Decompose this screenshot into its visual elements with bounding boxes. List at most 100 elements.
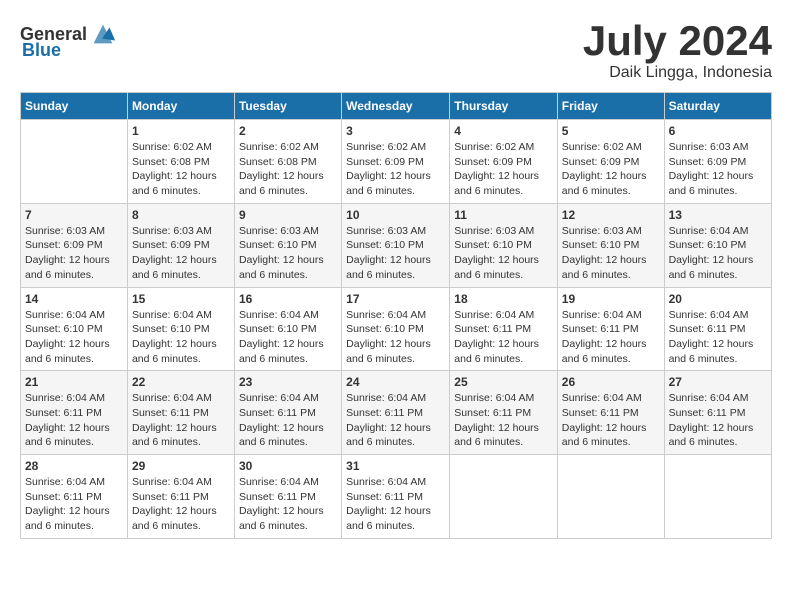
day-info: Sunrise: 6:04 AM Sunset: 6:11 PM Dayligh… [132, 391, 230, 450]
calendar-week-row: 14 Sunrise: 6:04 AM Sunset: 6:10 PM Dayli… [21, 287, 772, 371]
day-info: Sunrise: 6:04 AM Sunset: 6:11 PM Dayligh… [562, 391, 660, 450]
day-number: 13 [669, 208, 767, 222]
table-row [557, 455, 664, 539]
day-info: Sunrise: 6:03 AM Sunset: 6:10 PM Dayligh… [239, 224, 337, 283]
day-info: Sunrise: 6:04 AM Sunset: 6:10 PM Dayligh… [132, 308, 230, 367]
day-number: 4 [454, 124, 553, 138]
day-info: Sunrise: 6:03 AM Sunset: 6:09 PM Dayligh… [132, 224, 230, 283]
header-thursday: Thursday [450, 93, 558, 120]
day-info: Sunrise: 6:04 AM Sunset: 6:11 PM Dayligh… [132, 475, 230, 534]
day-info: Sunrise: 6:04 AM Sunset: 6:11 PM Dayligh… [239, 475, 337, 534]
table-row: 27Sunrise: 6:04 AM Sunset: 6:11 PM Dayli… [664, 371, 771, 455]
day-info: Sunrise: 6:04 AM Sunset: 6:10 PM Dayligh… [239, 308, 337, 367]
day-number: 23 [239, 375, 337, 389]
calendar-week-row: 1 Sunrise: 6:02 AM Sunset: 6:08 PM Daylig… [21, 120, 772, 204]
day-number: 19 [562, 292, 660, 306]
table-row: 1 Sunrise: 6:02 AM Sunset: 6:08 PM Daylig… [127, 120, 234, 204]
table-row: 21 Sunrise: 6:04 AM Sunset: 6:11 PM Dayli… [21, 371, 128, 455]
day-number: 1 [132, 124, 230, 138]
day-info: Sunrise: 6:04 AM Sunset: 6:11 PM Dayligh… [454, 308, 553, 367]
table-row: 26 Sunrise: 6:04 AM Sunset: 6:11 PM Dayli… [557, 371, 664, 455]
header-saturday: Saturday [664, 93, 771, 120]
day-number: 5 [562, 124, 660, 138]
header-tuesday: Tuesday [234, 93, 341, 120]
location-title: Daik Lingga, Indonesia [583, 64, 772, 82]
day-info: Sunrise: 6:04 AM Sunset: 6:11 PM Dayligh… [454, 391, 553, 450]
table-row: 13 Sunrise: 6:04 AM Sunset: 6:10 PM Dayli… [664, 203, 771, 287]
day-info: Sunrise: 6:04 AM Sunset: 6:11 PM Dayligh… [239, 391, 337, 450]
header-wednesday: Wednesday [342, 93, 450, 120]
day-number: 15 [132, 292, 230, 306]
table-row: 10 Sunrise: 6:03 AM Sunset: 6:10 PM Dayli… [342, 203, 450, 287]
day-number: 8 [132, 208, 230, 222]
day-info: Sunrise: 6:04 AM Sunset: 6:10 PM Dayligh… [25, 308, 123, 367]
calendar-week-row: 7Sunrise: 6:03 AM Sunset: 6:09 PM Daylig… [21, 203, 772, 287]
table-row: 23 Sunrise: 6:04 AM Sunset: 6:11 PM Dayli… [234, 371, 341, 455]
logo-icon [89, 20, 117, 48]
table-row: 22 Sunrise: 6:04 AM Sunset: 6:11 PM Dayli… [127, 371, 234, 455]
table-row: 29Sunrise: 6:04 AM Sunset: 6:11 PM Dayli… [127, 455, 234, 539]
table-row: 7Sunrise: 6:03 AM Sunset: 6:09 PM Daylig… [21, 203, 128, 287]
day-info: Sunrise: 6:04 AM Sunset: 6:10 PM Dayligh… [669, 224, 767, 283]
table-row: 24Sunrise: 6:04 AM Sunset: 6:11 PM Dayli… [342, 371, 450, 455]
day-info: Sunrise: 6:04 AM Sunset: 6:11 PM Dayligh… [346, 391, 445, 450]
calendar-header-row: Sunday Monday Tuesday Wednesday Thursday… [21, 93, 772, 120]
day-number: 14 [25, 292, 123, 306]
logo-blue-text: Blue [22, 40, 61, 61]
table-row: 9 Sunrise: 6:03 AM Sunset: 6:10 PM Daylig… [234, 203, 341, 287]
logo: General Blue [20, 20, 117, 61]
day-info: Sunrise: 6:04 AM Sunset: 6:11 PM Dayligh… [562, 308, 660, 367]
header: General Blue July 2024 Daik Lingga, Indo… [20, 20, 772, 82]
table-row [450, 455, 558, 539]
day-info: Sunrise: 6:03 AM Sunset: 6:10 PM Dayligh… [454, 224, 553, 283]
table-row: 15 Sunrise: 6:04 AM Sunset: 6:10 PM Dayli… [127, 287, 234, 371]
day-number: 31 [346, 459, 445, 473]
day-number: 9 [239, 208, 337, 222]
day-info: Sunrise: 6:04 AM Sunset: 6:11 PM Dayligh… [669, 308, 767, 367]
table-row: 17 Sunrise: 6:04 AM Sunset: 6:10 PM Dayli… [342, 287, 450, 371]
month-title: July 2024 [583, 20, 772, 62]
header-friday: Friday [557, 93, 664, 120]
day-number: 10 [346, 208, 445, 222]
day-number: 6 [669, 124, 767, 138]
table-row: 28Sunrise: 6:04 AM Sunset: 6:11 PM Dayli… [21, 455, 128, 539]
day-number: 12 [562, 208, 660, 222]
day-info: Sunrise: 6:02 AM Sunset: 6:09 PM Dayligh… [562, 140, 660, 199]
calendar-week-row: 28 Sunrise: 6:04 AM Sunset: 6:11 PM Dayli… [21, 455, 772, 539]
day-info: Sunrise: 6:02 AM Sunset: 6:09 PM Dayligh… [346, 140, 445, 199]
table-row: 2 Sunrise: 6:02 AM Sunset: 6:08 PM Daylig… [234, 120, 341, 204]
table-row: 3Sunrise: 6:02 AM Sunset: 6:09 PM Daylig… [342, 120, 450, 204]
day-info: Sunrise: 6:04 AM Sunset: 6:11 PM Dayligh… [25, 391, 123, 450]
day-number: 25 [454, 375, 553, 389]
day-number: 18 [454, 292, 553, 306]
day-info: Sunrise: 6:03 AM Sunset: 6:10 PM Dayligh… [346, 224, 445, 283]
day-number: 28 [25, 459, 123, 473]
table-row [21, 120, 128, 204]
table-row: 30Sunrise: 6:04 AM Sunset: 6:11 PM Dayli… [234, 455, 341, 539]
day-info: Sunrise: 6:04 AM Sunset: 6:10 PM Dayligh… [346, 308, 445, 367]
day-info: Sunrise: 6:03 AM Sunset: 6:09 PM Dayligh… [669, 140, 767, 199]
table-row: 12Sunrise: 6:03 AM Sunset: 6:10 PM Dayli… [557, 203, 664, 287]
day-info: Sunrise: 6:02 AM Sunset: 6:09 PM Dayligh… [454, 140, 553, 199]
table-row: 4 Sunrise: 6:02 AM Sunset: 6:09 PM Daylig… [450, 120, 558, 204]
calendar-week-row: 21 Sunrise: 6:04 AM Sunset: 6:11 PM Dayli… [21, 371, 772, 455]
day-number: 21 [25, 375, 123, 389]
day-info: Sunrise: 6:03 AM Sunset: 6:09 PM Dayligh… [25, 224, 123, 283]
day-number: 20 [669, 292, 767, 306]
day-info: Sunrise: 6:02 AM Sunset: 6:08 PM Dayligh… [132, 140, 230, 199]
table-row: 19 Sunrise: 6:04 AM Sunset: 6:11 PM Dayli… [557, 287, 664, 371]
table-row: 25 Sunrise: 6:04 AM Sunset: 6:11 PM Dayli… [450, 371, 558, 455]
table-row: 5 Sunrise: 6:02 AM Sunset: 6:09 PM Daylig… [557, 120, 664, 204]
table-row: 16Sunrise: 6:04 AM Sunset: 6:10 PM Dayli… [234, 287, 341, 371]
day-number: 22 [132, 375, 230, 389]
table-row: 18 Sunrise: 6:04 AM Sunset: 6:11 PM Dayli… [450, 287, 558, 371]
table-row: 14 Sunrise: 6:04 AM Sunset: 6:10 PM Dayli… [21, 287, 128, 371]
day-info: Sunrise: 6:02 AM Sunset: 6:08 PM Dayligh… [239, 140, 337, 199]
day-number: 26 [562, 375, 660, 389]
table-row: 6 Sunrise: 6:03 AM Sunset: 6:09 PM Daylig… [664, 120, 771, 204]
day-number: 2 [239, 124, 337, 138]
day-number: 17 [346, 292, 445, 306]
header-sunday: Sunday [21, 93, 128, 120]
table-row: 31 Sunrise: 6:04 AM Sunset: 6:11 PM Dayli… [342, 455, 450, 539]
day-info: Sunrise: 6:04 AM Sunset: 6:11 PM Dayligh… [346, 475, 445, 534]
